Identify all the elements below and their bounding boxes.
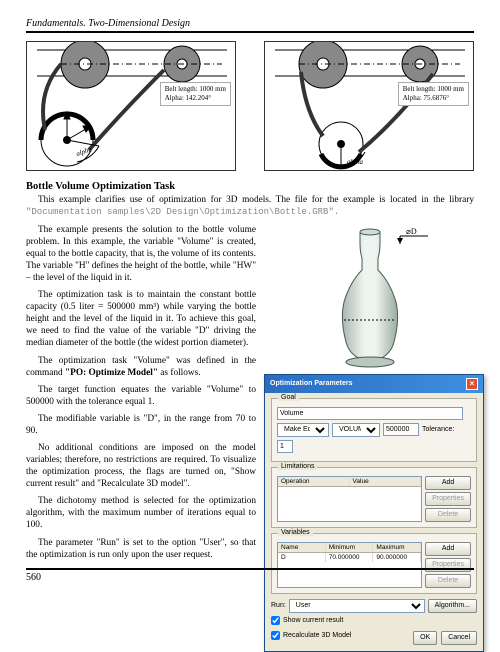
goal-var-select[interactable]: VOLUME	[332, 423, 380, 437]
belt-alpha-text: Alpha: 75.6876°	[403, 94, 464, 103]
var-min-cell: 70.000000	[326, 553, 374, 562]
algorithm-button[interactable]: Algorithm...	[428, 599, 477, 613]
para-1: The example presents the solution to the…	[26, 224, 256, 284]
para-7: The dichotomy method is selected for the…	[26, 495, 256, 531]
tolerance-input[interactable]	[277, 440, 293, 453]
run-select[interactable]: User	[289, 599, 425, 613]
variables-group-label: Variables	[278, 529, 313, 536]
bottle-illustration: ⌀D	[300, 224, 440, 374]
right-figure-column: ⌀D Optimization Parameters × Goal Make E…	[266, 224, 474, 566]
intro-text: This example clarifies use of optimizati…	[38, 195, 474, 205]
recalc-label: Recalculate 3D Model	[283, 632, 351, 639]
belt-diagram-left: alpha Belt length: 1000 mm Alpha: 142.20…	[26, 41, 236, 171]
page-header-title: Fundamentals. Two-Dimensional Design	[26, 18, 474, 29]
header-rule	[26, 31, 474, 33]
intro-para: This example clarifies use of optimizati…	[26, 194, 474, 219]
recalc-checkbox[interactable]	[271, 631, 280, 640]
dialog-title-text: Optimization Parameters	[270, 380, 352, 387]
dialog-titlebar[interactable]: Optimization Parameters ×	[265, 375, 483, 393]
limitations-group: Limitations Operation Value Add Properti…	[271, 467, 477, 528]
belt-label-right: Belt length: 1000 mm Alpha: 75.6876°	[398, 82, 469, 106]
para-3: The optimization task "Volume" was defin…	[26, 355, 256, 379]
goal-group: Goal Make Equal VOLUME Tolerance:	[271, 398, 477, 462]
limitations-col-val: Value	[350, 477, 422, 486]
page-footer: 560	[26, 568, 474, 583]
belt-diagram-right: alpha Belt length: 1000 mm Alpha: 75.687…	[264, 41, 474, 171]
para-4: The target function equates the variable…	[26, 384, 256, 408]
belt-length-text: Belt length: 1000 mm	[403, 85, 464, 94]
belt-label-left: Belt length: 1000 mm Alpha: 142.204°	[160, 82, 231, 106]
para-8: The parameter "Run" is set to the option…	[26, 537, 256, 561]
section-title: Bottle Volume Optimization Task	[26, 181, 474, 192]
show-result-checkbox[interactable]	[271, 616, 280, 625]
limitations-delete-button[interactable]: Delete	[425, 508, 471, 522]
ok-button[interactable]: OK	[413, 631, 437, 645]
goal-group-label: Goal	[278, 394, 299, 401]
variables-add-button[interactable]: Add	[425, 542, 471, 556]
svg-text:alpha: alpha	[347, 158, 363, 166]
para-3c: as follows.	[158, 368, 201, 378]
show-result-label: Show current result	[283, 617, 343, 624]
belt-alpha-text: Alpha: 142.204°	[165, 94, 226, 103]
goal-target-input[interactable]	[383, 423, 419, 436]
para-6: No additional conditions are imposed on …	[26, 442, 256, 490]
belt-diagram-row: alpha Belt length: 1000 mm Alpha: 142.20…	[26, 41, 474, 171]
var-max-cell: 90.000000	[373, 553, 421, 562]
page-number: 560	[26, 572, 41, 583]
limitations-group-label: Limitations	[278, 463, 317, 470]
variables-group: Variables Name Minimum Maximum D 70.0000…	[271, 533, 477, 594]
limitations-table[interactable]: Operation Value	[277, 476, 422, 522]
belt-length-text: Belt length: 1000 mm	[165, 85, 226, 94]
para-2: The optimization task is to maintain the…	[26, 289, 256, 349]
two-column-layout: The example presents the solution to the…	[26, 224, 474, 566]
file-path: "Documentation samples\2D Design\Optimiz…	[26, 207, 339, 217]
command-name: "PO: Optimize Model"	[65, 368, 158, 378]
belt-svg-right: alpha	[265, 42, 474, 171]
goal-name-input[interactable]	[277, 407, 463, 420]
tolerance-label: Tolerance:	[422, 426, 454, 433]
table-row[interactable]: D 70.000000 90.000000	[278, 553, 421, 562]
var-name-cell: D	[278, 553, 326, 562]
para-5: The modifiable variable is "D", in the r…	[26, 413, 256, 437]
limitations-add-button[interactable]: Add	[425, 476, 471, 490]
optimization-dialog: Optimization Parameters × Goal Make Equa…	[264, 374, 484, 652]
close-icon[interactable]: ×	[466, 378, 478, 390]
limitations-col-op: Operation	[278, 477, 350, 486]
dim-label: ⌀D	[406, 227, 417, 236]
goal-mode-select[interactable]: Make Equal	[277, 423, 329, 437]
cancel-button[interactable]: Cancel	[441, 631, 477, 645]
run-label: Run:	[271, 602, 286, 609]
left-text-column: The example presents the solution to the…	[26, 224, 256, 566]
belt-svg-left: alpha	[27, 42, 236, 171]
variables-col-name: Name	[278, 543, 326, 552]
limitations-props-button[interactable]: Properties	[425, 492, 471, 506]
variables-col-max: Maximum	[373, 543, 421, 552]
variables-col-min: Minimum	[326, 543, 374, 552]
